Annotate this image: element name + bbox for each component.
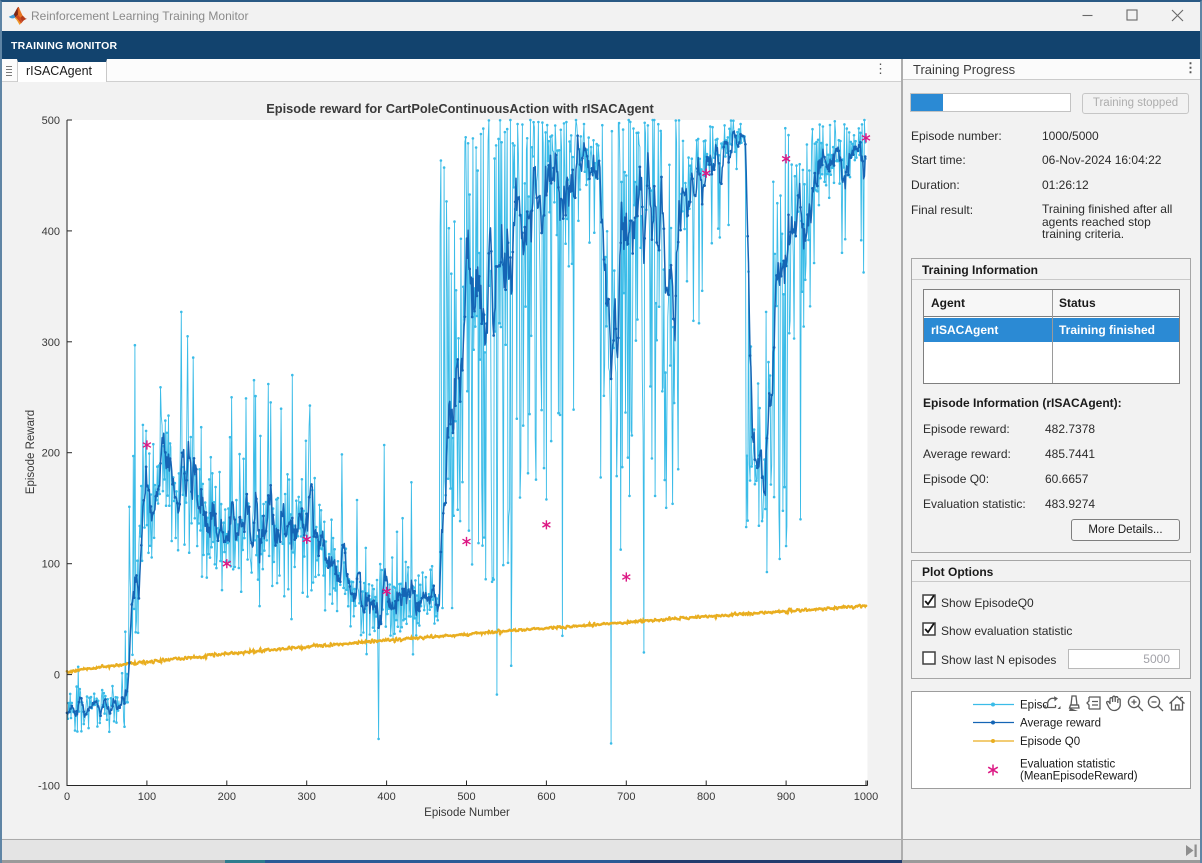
svg-text:600: 600 [537,791,555,803]
svg-text:700: 700 [617,791,635,803]
svg-text:Episode Q0: Episode Q0 [1020,736,1080,748]
svg-text:(MeanEpisodeReward): (MeanEpisodeReward) [1020,771,1138,783]
svg-text:Episode Number: Episode Number [424,807,510,819]
svg-text:900: 900 [777,791,795,803]
svg-text:0: 0 [54,670,60,682]
svg-text:200: 200 [218,791,236,803]
svg-text:-100: -100 [38,781,60,793]
svg-text:300: 300 [42,337,60,349]
svg-text:300: 300 [298,791,316,803]
svg-text:Evaluation statistic: Evaluation statistic [1020,759,1115,771]
svg-text:Average reward: Average reward [1020,718,1101,730]
svg-text:200: 200 [42,448,60,460]
svg-text:400: 400 [42,226,60,238]
svg-text:1000: 1000 [854,791,878,803]
svg-text:500: 500 [42,115,60,127]
svg-text:100: 100 [42,559,60,571]
svg-text:0: 0 [64,791,70,803]
svg-text:500: 500 [457,791,475,803]
svg-text:100: 100 [138,791,156,803]
svg-text:400: 400 [377,791,395,803]
svg-text:800: 800 [697,791,715,803]
svg-text:Episode Reward: Episode Reward [25,410,37,494]
svg-text:Episode reward for CartPoleCon: Episode reward for CartPoleContinuousAct… [266,101,654,116]
